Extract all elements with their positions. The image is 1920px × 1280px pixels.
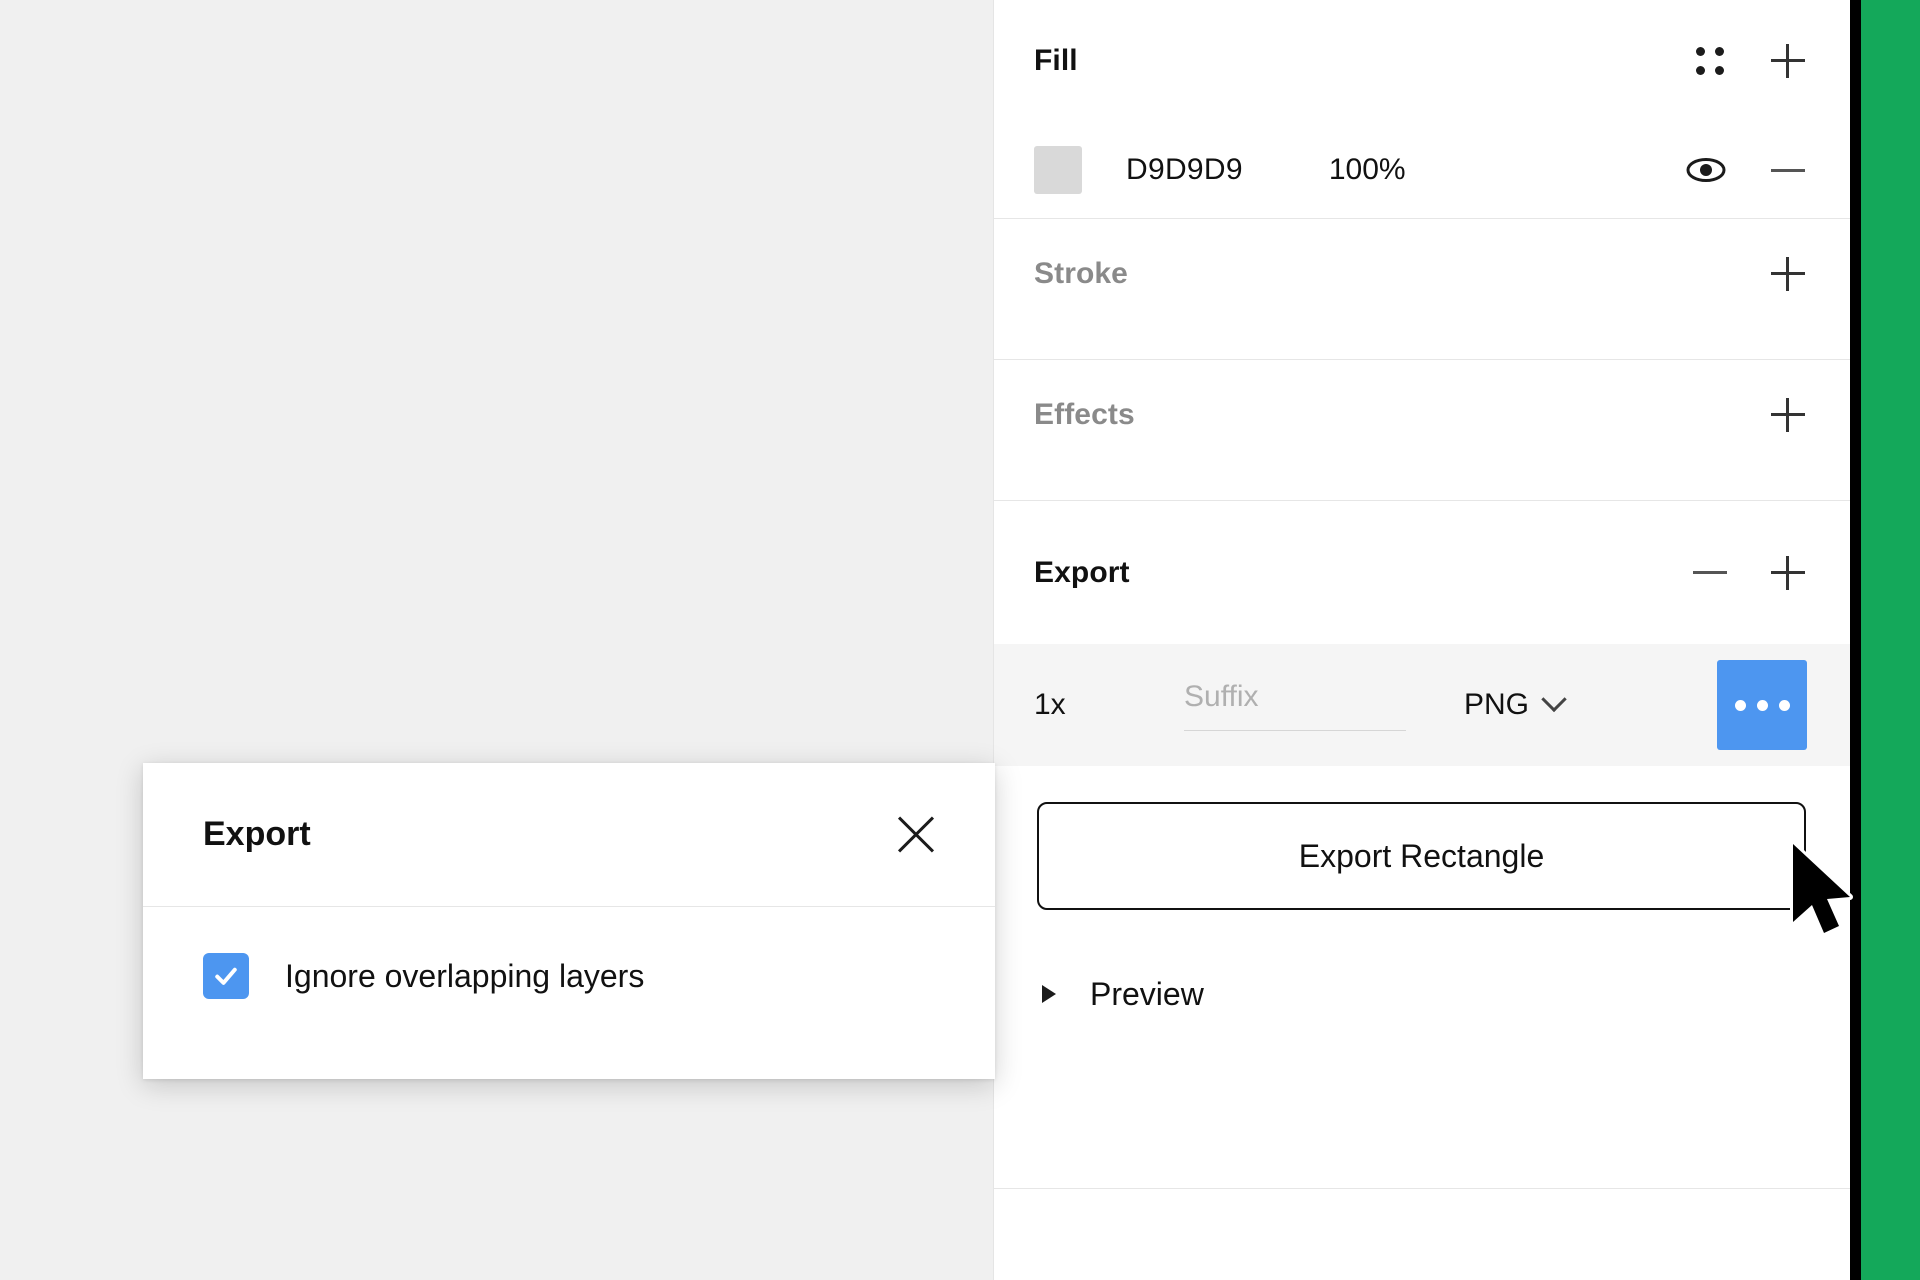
export-dialog-body: Ignore overlapping layers	[143, 907, 995, 999]
fill-opacity-input[interactable]: 100%	[1329, 153, 1406, 187]
stroke-section-header: Stroke	[994, 219, 1850, 329]
fill-section: Fill D9D9D9 100%	[994, 0, 1850, 218]
ignore-overlapping-layers-checkbox[interactable]	[203, 953, 249, 999]
stroke-section: Stroke	[994, 219, 1850, 359]
green-edge-strip	[1861, 0, 1920, 1280]
export-format-value: PNG	[1464, 688, 1529, 722]
export-preview-toggle[interactable]: Preview	[994, 910, 1850, 1028]
remove-fill-button[interactable]	[1760, 142, 1816, 198]
export-section: Export 1x Suffix PNG	[994, 501, 1850, 1028]
add-effect-button[interactable]	[1760, 387, 1816, 443]
plus-icon	[1771, 556, 1805, 590]
export-suffix-input[interactable]: Suffix	[1184, 680, 1406, 731]
toggle-fill-visibility-button[interactable]	[1678, 142, 1734, 198]
chevron-down-icon	[1541, 687, 1566, 712]
export-scale-input[interactable]: 1x	[1034, 688, 1184, 722]
export-preview-label: Preview	[1090, 976, 1204, 1013]
fill-styles-button[interactable]	[1682, 33, 1738, 89]
fill-section-header: Fill	[994, 0, 1850, 122]
add-stroke-button[interactable]	[1760, 246, 1816, 302]
export-dialog-header: Export	[143, 763, 995, 906]
fill-color-swatch[interactable]	[1034, 146, 1082, 194]
fill-row: D9D9D9 100%	[994, 122, 1850, 218]
divider-export-bottom	[994, 1188, 1850, 1189]
effects-section-header: Effects	[994, 360, 1850, 470]
export-suffix-placeholder: Suffix	[1184, 680, 1259, 713]
export-dialog: Export Ignore overlapping layers	[143, 763, 995, 1079]
ellipsis-icon	[1735, 700, 1746, 711]
export-format-select[interactable]: PNG	[1464, 688, 1563, 722]
four-dots-style-icon	[1695, 46, 1725, 76]
export-section-title: Export	[1034, 556, 1130, 590]
design-canvas[interactable]	[0, 0, 993, 1280]
fill-hex-input[interactable]: D9D9D9	[1126, 153, 1243, 187]
export-dialog-title: Export	[203, 815, 311, 854]
export-rectangle-button[interactable]: Export Rectangle	[1037, 802, 1806, 910]
add-export-setting-button[interactable]	[1760, 545, 1816, 601]
minus-icon	[1771, 169, 1805, 172]
stroke-section-title: Stroke	[1034, 257, 1128, 291]
properties-panel: Fill D9D9D9 100%	[993, 0, 1850, 1280]
plus-icon	[1771, 44, 1805, 78]
add-fill-button[interactable]	[1760, 33, 1816, 89]
export-more-options-button[interactable]	[1717, 660, 1807, 750]
effects-header-actions	[1760, 387, 1816, 443]
export-button-wrap: Export Rectangle	[994, 766, 1850, 910]
minus-icon	[1693, 571, 1727, 574]
fill-section-title: Fill	[1034, 44, 1078, 78]
effects-section-title: Effects	[1034, 398, 1135, 432]
plus-icon	[1771, 398, 1805, 432]
eye-icon	[1686, 156, 1726, 184]
remove-export-setting-button[interactable]	[1682, 545, 1738, 601]
triangle-right-icon	[1042, 985, 1056, 1003]
export-section-header: Export	[994, 501, 1850, 644]
effects-section: Effects	[994, 360, 1850, 500]
export-setting-row: 1x Suffix PNG	[994, 644, 1850, 766]
fill-row-actions	[1678, 142, 1816, 198]
fill-header-actions	[1682, 33, 1816, 89]
check-icon	[211, 961, 241, 991]
close-dialog-button[interactable]	[883, 802, 949, 868]
export-header-actions	[1682, 545, 1816, 601]
stroke-header-actions	[1760, 246, 1816, 302]
plus-icon	[1771, 257, 1805, 291]
ignore-overlapping-layers-label: Ignore overlapping layers	[285, 958, 644, 995]
black-edge-strip	[1850, 0, 1861, 1280]
